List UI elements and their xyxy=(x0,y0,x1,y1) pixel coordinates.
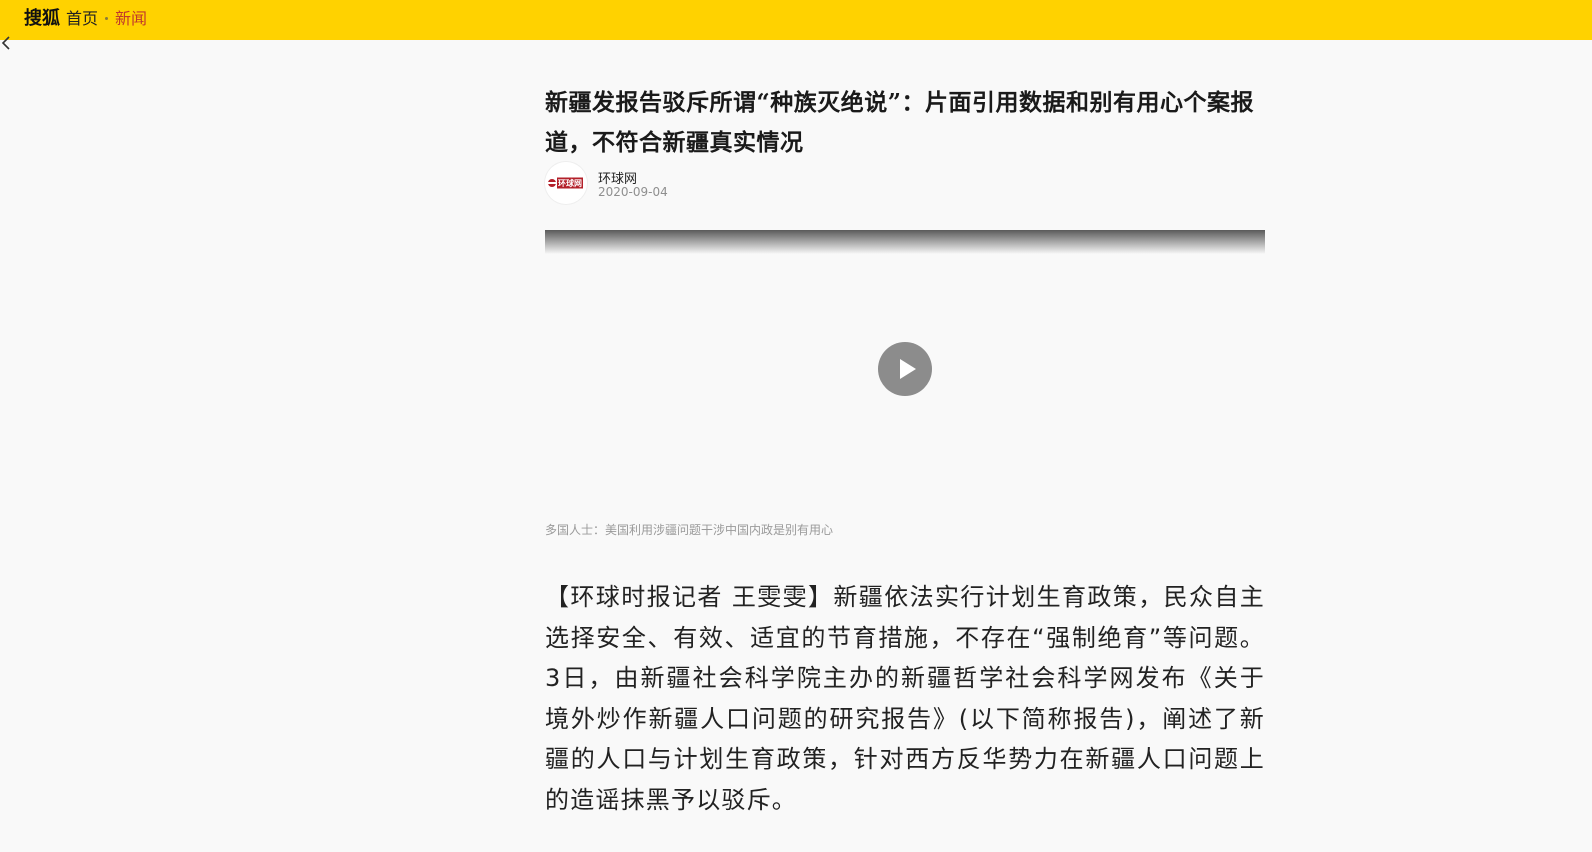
article-title: 新疆发报告驳斥所谓“种族灭绝说”：片面引用数据和别有用心个案报道，不符合新疆真实… xyxy=(545,89,1254,157)
chevron-left-icon xyxy=(1,36,10,50)
back-button[interactable] xyxy=(0,33,16,53)
svg-text:环球网: 环球网 xyxy=(558,178,582,188)
author-avatar[interactable]: 环球网 xyxy=(545,162,587,204)
video-caption: 多国人士：美国利用涉疆问题干涉中国内政是别有用心 xyxy=(545,523,834,537)
breadcrumb-home-link[interactable]: 首页 xyxy=(66,9,98,28)
play-button[interactable] xyxy=(878,342,932,396)
huanqiu-logo: 环球网 xyxy=(545,162,587,204)
play-icon xyxy=(900,359,916,379)
article-paragraph: 【环球时报记者 王雯雯】新疆依法实行计划生育政策，民众自主选择安全、有效、适宜的… xyxy=(545,583,1265,814)
video-player[interactable] xyxy=(545,230,1265,500)
breadcrumb: 搜狐 首页 新闻 xyxy=(24,8,147,30)
sohu-logo[interactable]: 搜狐 xyxy=(24,8,60,29)
video-top-shade xyxy=(545,230,1265,254)
breadcrumb-news-link[interactable]: 新闻 xyxy=(115,9,147,28)
top-nav-bar: 搜狐 首页 新闻 xyxy=(0,0,1592,40)
publish-date: 2020-09-04 xyxy=(598,185,668,199)
breadcrumb-separator xyxy=(105,16,109,20)
